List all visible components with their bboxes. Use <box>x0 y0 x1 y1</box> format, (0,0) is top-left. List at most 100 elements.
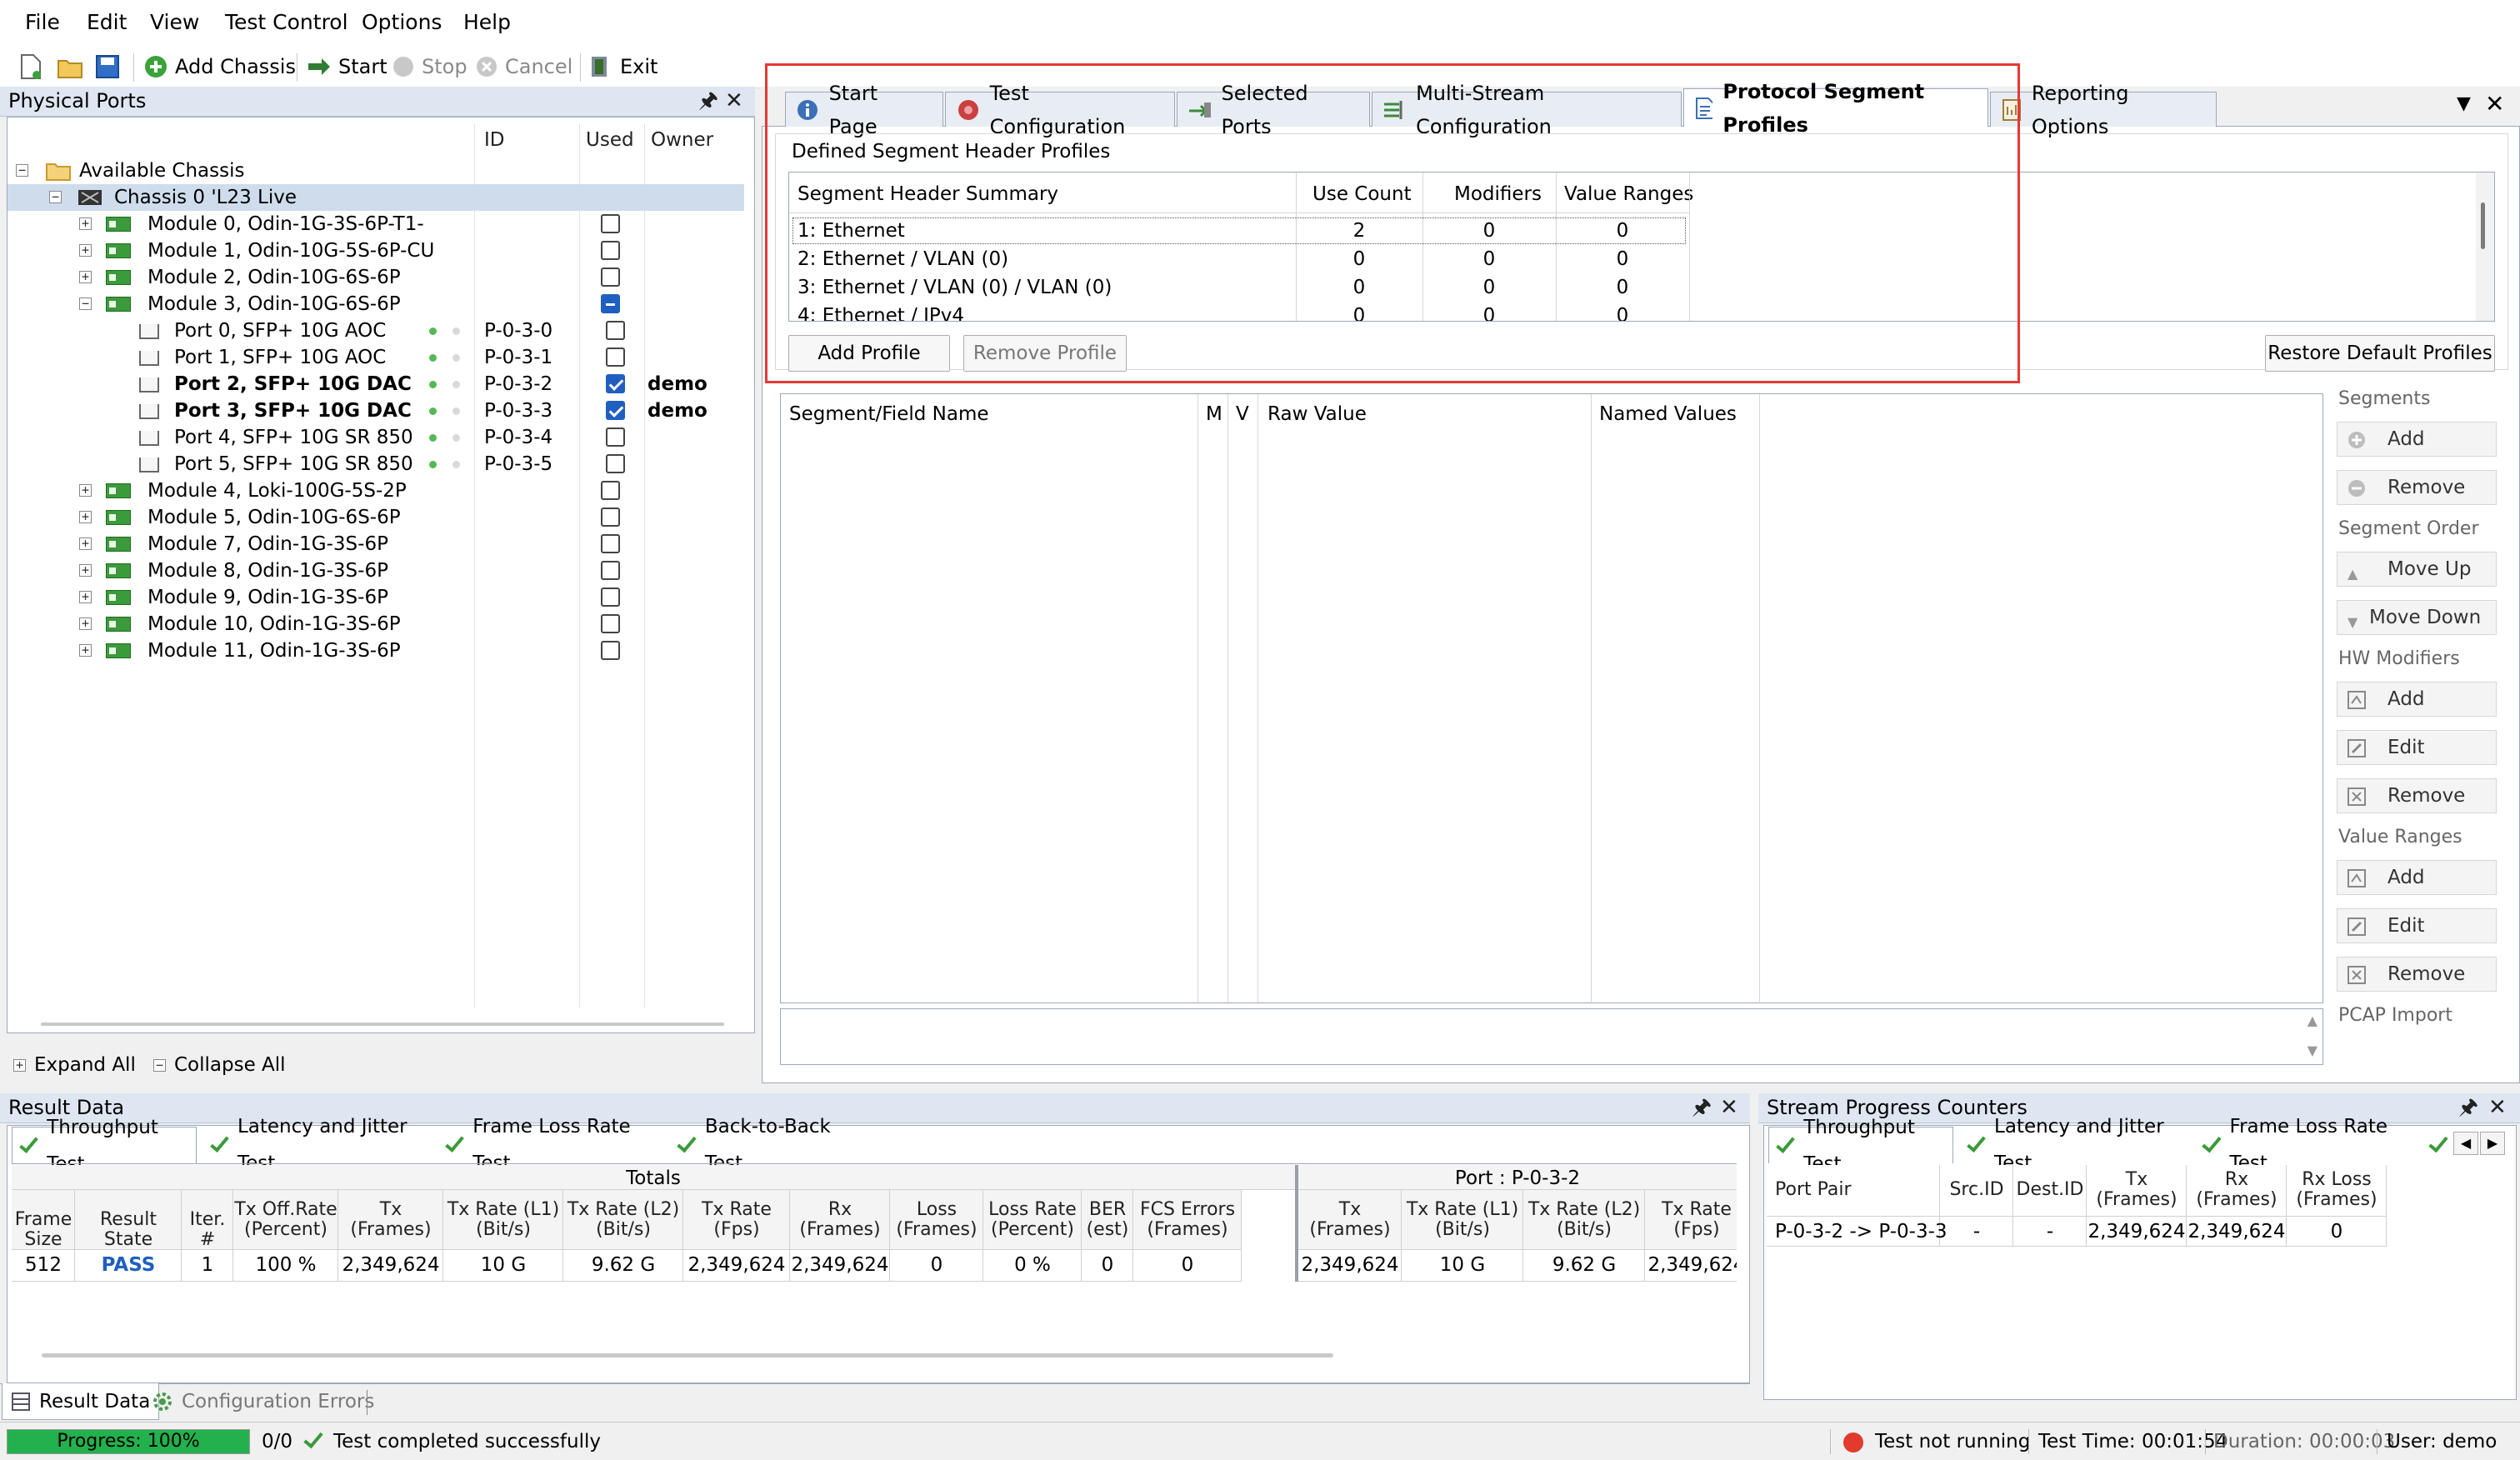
port-used-checkbox[interactable] <box>606 374 625 393</box>
tree-module[interactable]: − Module 3, Odin-10G-6S-6P <box>8 291 749 318</box>
value-range-edit-button[interactable]: Edit <box>2337 908 2497 943</box>
pin-icon[interactable]: 🖈 <box>698 87 718 115</box>
port-used-checkbox[interactable] <box>606 454 625 473</box>
expand-toggle[interactable]: + <box>79 538 92 550</box>
exit-button[interactable]: Exit <box>588 52 658 82</box>
value-range-remove-button[interactable]: Remove <box>2337 957 2497 992</box>
tree-module[interactable]: + Module 1, Odin-10G-5S-6P-CU <box>8 238 749 264</box>
close-icon[interactable]: ✕ <box>2488 1093 2507 1122</box>
value-range-add-button[interactable]: Add <box>2337 860 2497 895</box>
module-used-checkbox[interactable] <box>601 294 620 313</box>
move-down-button[interactable]: ▼ Move Down <box>2337 600 2497 635</box>
tree-chassis[interactable]: − Chassis 0 'L23 Live <box>8 184 744 211</box>
menu-file[interactable]: File <box>25 8 60 37</box>
segment-remove-button[interactable]: Remove <box>2337 470 2497 505</box>
tree-module[interactable]: + Module 0, Odin-1G-3S-6P-T1- <box>8 211 749 238</box>
hw-modifier-remove-button[interactable]: Remove <box>2337 778 2497 813</box>
expand-toggle[interactable]: + <box>79 511 92 523</box>
stream-tab[interactable]: Frame Loss Rate Test <box>2195 1116 2428 1174</box>
result-tab[interactable]: Frame Loss Rate Test <box>438 1116 663 1174</box>
profile-row[interactable]: 1: Ethernet 2 0 0 <box>789 218 1689 246</box>
expand-toggle[interactable]: + <box>79 564 92 577</box>
stream-tab[interactable]: Latency and Jitter Test <box>1960 1116 2190 1174</box>
expand-toggle[interactable]: + <box>79 484 92 497</box>
vertical-scrollbar[interactable] <box>2476 172 2494 321</box>
add-profile-button[interactable]: Add Profile <box>788 335 950 372</box>
menu-test-control[interactable]: Test Control <box>225 8 348 37</box>
result-tab[interactable]: Latency and Jitter Test <box>203 1116 432 1174</box>
pin-icon[interactable]: 🖈 <box>2458 1093 2478 1122</box>
tab-protocol-segment-profiles[interactable]: Protocol Segment Profiles <box>1683 80 1988 137</box>
menu-edit[interactable]: Edit <box>87 8 127 37</box>
stop-button[interactable]: Stop <box>392 52 468 82</box>
tree-module[interactable]: + Module 5, Odin-10G-6S-6P <box>8 504 749 531</box>
restore-default-profiles-button[interactable]: Restore Default Profiles <box>2265 335 2495 372</box>
bottom-tab-result-data[interactable]: Result Data <box>2 1383 160 1420</box>
new-file-button[interactable] <box>18 52 43 82</box>
profile-row[interactable]: 3: Ethernet / VLAN (0) / VLAN (0) 0 0 0 <box>789 274 1689 302</box>
scroll-tabs-left-icon[interactable]: ◀ <box>2453 1132 2478 1155</box>
scroll-up-icon[interactable]: ▲ <box>2308 1012 2318 1028</box>
remove-profile-button[interactable]: Remove Profile <box>963 335 1127 372</box>
tree-port[interactable]: Port 3, SFP+ 10G DAC P-0-3-3 demo <box>8 398 749 424</box>
pin-icon[interactable]: 🖈 <box>1692 1093 1712 1122</box>
result-scrollbar[interactable] <box>42 1353 1333 1358</box>
port-used-checkbox[interactable] <box>606 428 625 447</box>
tree-port[interactable]: Port 1, SFP+ 10G AOC P-0-3-1 <box>8 344 749 371</box>
save-button[interactable] <box>95 52 120 82</box>
module-used-checkbox[interactable] <box>601 641 620 660</box>
tree-module[interactable]: + Module 8, Odin-1G-3S-6P <box>8 558 749 584</box>
cancel-button[interactable]: Cancel <box>475 52 572 82</box>
result-tab[interactable]: Throughput Test <box>12 1117 197 1175</box>
tree-port[interactable]: Port 4, SFP+ 10G SR 850 P-0-3-4 <box>8 424 749 451</box>
collapse-toggle[interactable]: − <box>79 298 92 310</box>
tab-test-configuration[interactable]: Test Configuration <box>945 82 1175 138</box>
close-icon[interactable]: ✕ <box>725 87 743 115</box>
expand-toggle[interactable]: + <box>79 644 92 657</box>
open-file-button[interactable] <box>57 52 83 82</box>
tree-module[interactable]: + Module 4, Loki-100G-5S-2P <box>8 478 749 504</box>
scroll-down-icon[interactable]: ▼ <box>2308 1042 2318 1058</box>
hw-modifier-add-button[interactable]: Add <box>2337 682 2497 717</box>
tree-module[interactable]: + Module 7, Odin-1G-3S-6P <box>8 531 749 558</box>
tab-list-dropdown-icon[interactable]: ▼ <box>2457 93 2471 114</box>
scrollbar-thumb[interactable] <box>2481 202 2485 249</box>
tab-multi-stream-configuration[interactable]: Multi-Stream Configuration <box>1372 82 1682 138</box>
result-tab[interactable]: Back-to-Back Test <box>670 1116 880 1174</box>
module-used-checkbox[interactable] <box>601 561 620 580</box>
tree-port[interactable]: Port 5, SFP+ 10G SR 850 P-0-3-5 <box>8 451 749 478</box>
expand-toggle[interactable]: + <box>79 244 92 257</box>
expand-toggle[interactable]: + <box>79 271 92 283</box>
tab-reporting-options[interactable]: Reporting Options <box>1990 82 2217 138</box>
add-chassis-button[interactable]: Add Chassis <box>143 52 296 82</box>
collapse-toggle[interactable]: − <box>49 191 62 203</box>
start-button[interactable]: Start <box>307 52 388 82</box>
close-document-icon[interactable]: ✕ <box>2485 90 2504 118</box>
module-used-checkbox[interactable] <box>601 214 620 233</box>
collapse-toggle[interactable]: − <box>16 164 28 177</box>
tab-start-page[interactable]: Start Page <box>785 82 943 138</box>
move-up-button[interactable]: ▲ Move Up <box>2337 552 2497 587</box>
collapse-all-button[interactable]: − Collapse All <box>153 1053 286 1077</box>
tree-module[interactable]: + Module 10, Odin-1G-3S-6P <box>8 611 749 638</box>
module-used-checkbox[interactable] <box>601 241 620 260</box>
menu-options[interactable]: Options <box>362 8 442 37</box>
module-used-checkbox[interactable] <box>601 614 620 633</box>
segment-add-button[interactable]: Add <box>2337 422 2497 457</box>
menu-view[interactable]: View <box>150 8 199 37</box>
module-used-checkbox[interactable] <box>601 481 620 500</box>
expand-toggle[interactable]: + <box>79 591 92 603</box>
tree-port[interactable]: Port 0, SFP+ 10G AOC P-0-3-0 <box>8 318 749 344</box>
close-icon[interactable]: ✕ <box>1720 1093 1738 1122</box>
module-used-checkbox[interactable] <box>601 588 620 607</box>
module-used-checkbox[interactable] <box>601 534 620 553</box>
tree-module[interactable]: + Module 2, Odin-10G-6S-6P <box>8 264 749 291</box>
profile-row[interactable]: 2: Ethernet / VLAN (0) 0 0 0 <box>789 246 1689 274</box>
horizontal-scrollbar[interactable] <box>41 1022 724 1026</box>
expand-all-button[interactable]: + Expand All <box>13 1053 136 1077</box>
bottom-tab-configuration-errors[interactable]: Configuration Errors <box>143 1383 382 1420</box>
tab-selected-ports[interactable]: Selected Ports <box>1177 82 1370 138</box>
field-description-box[interactable]: ▲ ▼ <box>780 1008 2323 1065</box>
expand-toggle[interactable]: + <box>79 618 92 630</box>
port-used-checkbox[interactable] <box>606 401 625 420</box>
